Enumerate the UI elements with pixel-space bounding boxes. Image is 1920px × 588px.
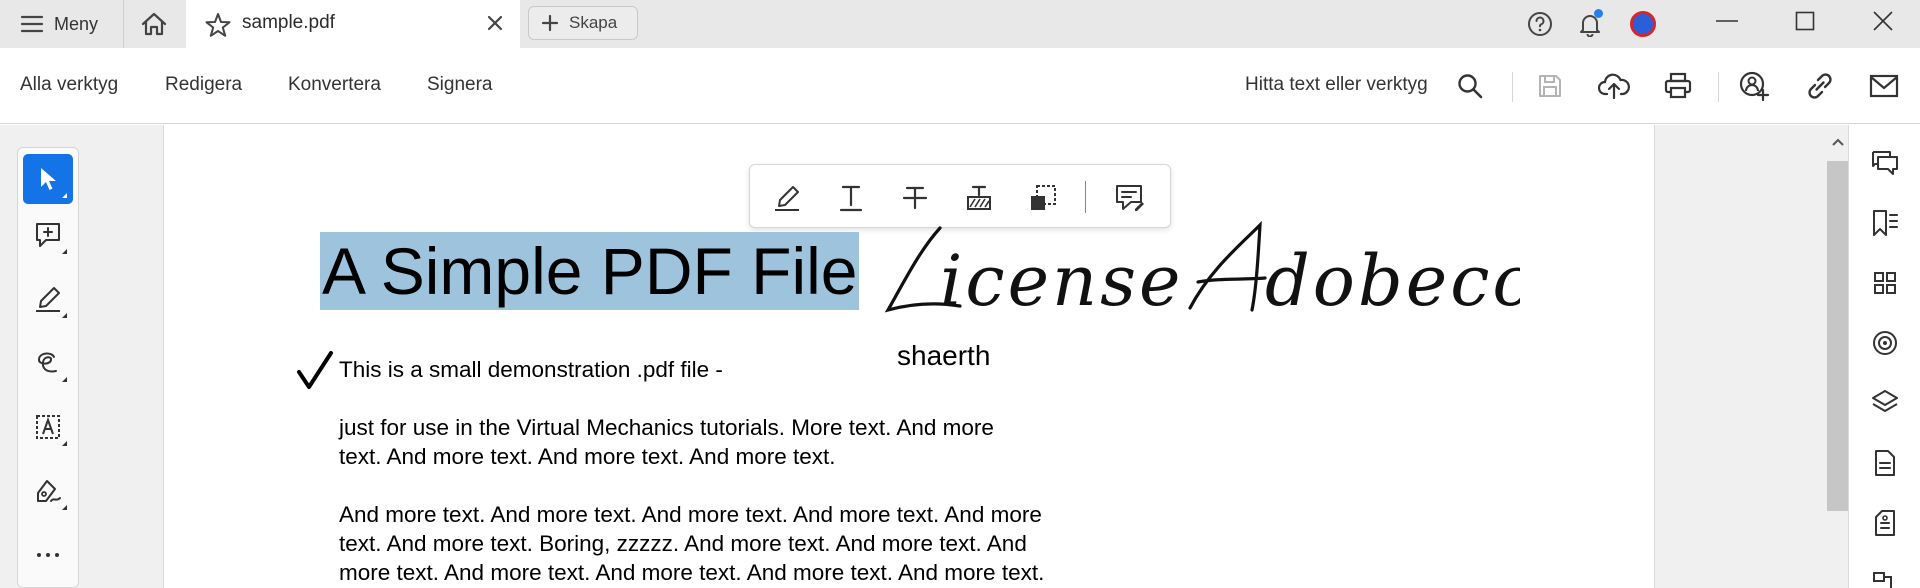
search-icon[interactable] [1454, 70, 1486, 102]
highlight-text-icon[interactable] [770, 181, 804, 215]
comment-list-icon[interactable] [1112, 181, 1146, 215]
home-icon [141, 12, 167, 36]
layers-icon[interactable] [1869, 387, 1901, 419]
email-icon[interactable] [1868, 70, 1900, 102]
link-icon[interactable] [1804, 70, 1836, 102]
create-button[interactable]: Skapa [528, 6, 638, 40]
title-bar: Meny sample.pdf Skapa [0, 0, 1920, 48]
star-icon[interactable] [204, 11, 232, 39]
svg-text:dobeccl: dobeccl [1265, 240, 1520, 320]
document-text-line[interactable]: just for use in the Virtual Mechanics tu… [339, 413, 994, 442]
minimize-button[interactable] [1692, 0, 1762, 42]
select-tool-button[interactable] [23, 154, 73, 204]
tab-title: sample.pdf [242, 12, 335, 33]
avatar-image [1630, 11, 1656, 37]
left-panel [0, 125, 164, 588]
menu-all-tools[interactable]: Alla verktyg [20, 74, 118, 96]
accessibility-target-icon[interactable] [1869, 327, 1901, 359]
freehand-icon [38, 352, 57, 373]
sign-tool-button[interactable] [23, 466, 73, 516]
add-comment-icon [36, 223, 60, 247]
text-markup-toolbar [749, 164, 1171, 228]
markup-toolbar-divider [1085, 181, 1086, 213]
window-close-button[interactable] [1848, 0, 1918, 42]
maximize-button[interactable] [1770, 0, 1840, 42]
text-box-button[interactable] [23, 402, 73, 452]
menu-button[interactable]: Meny [0, 0, 124, 48]
help-icon[interactable] [1526, 10, 1554, 38]
svg-text:icense: icense [940, 240, 1183, 320]
close-icon[interactable] [484, 12, 506, 34]
add-comment-button[interactable] [23, 210, 73, 260]
right-panel-rail [1848, 125, 1920, 588]
home-button[interactable] [124, 0, 184, 48]
highlight-tool-button[interactable] [23, 274, 73, 324]
more-tools-button[interactable] [23, 530, 73, 580]
highlighter-icon [36, 287, 60, 312]
replace-text-icon[interactable] [962, 181, 996, 215]
signature-name: shaerth [897, 340, 991, 371]
draw-tool-button[interactable] [23, 338, 73, 388]
checkmark-icon [297, 351, 333, 389]
document-text-line[interactable]: text. And more text. Boring, zzzzz. And … [339, 529, 1027, 558]
area-highlight-icon[interactable] [1026, 181, 1060, 215]
text-box-icon [36, 415, 60, 439]
more-icon [37, 553, 59, 557]
main-toolbar: Alla verktyg Redigera Konvertera Signera… [0, 48, 1920, 124]
menu-sign[interactable]: Signera [427, 74, 493, 96]
menu-convert[interactable]: Konvertera [288, 74, 381, 96]
print-icon[interactable] [1662, 70, 1694, 102]
find-label[interactable]: Hitta text eller verktyg [1245, 74, 1428, 96]
plus-icon [541, 14, 559, 32]
save-icon[interactable] [1534, 70, 1566, 102]
quick-tools-rail [17, 147, 79, 588]
chevron-up-icon [1832, 138, 1844, 146]
page-thumbnails-icon[interactable] [1869, 267, 1901, 299]
window-close-icon [1873, 11, 1893, 31]
cloud-upload-icon[interactable] [1598, 70, 1630, 102]
document-text-line[interactable]: text. And more text. And more text. And … [339, 442, 836, 471]
notifications-button[interactable] [1576, 9, 1604, 38]
signature-pen-icon [37, 480, 61, 502]
more-panels-icon[interactable] [1869, 565, 1901, 588]
minimize-icon [1716, 20, 1738, 22]
menu-edit[interactable]: Redigera [165, 74, 242, 96]
underline-text-icon[interactable] [834, 181, 868, 215]
document-properties-icon[interactable] [1869, 447, 1901, 479]
strikethrough-icon[interactable] [898, 181, 932, 215]
menu-label: Meny [54, 13, 99, 34]
comments-icon[interactable] [1869, 147, 1901, 179]
document-tab[interactable]: sample.pdf [186, 0, 520, 48]
attachments-icon[interactable] [1869, 507, 1901, 539]
notification-badge [1594, 9, 1603, 18]
document-title[interactable]: A Simple PDF File [320, 232, 860, 310]
bookmarks-icon[interactable] [1869, 207, 1901, 239]
document-text-line[interactable]: And more text. And more text. And more t… [339, 500, 1042, 529]
avatar[interactable] [1629, 10, 1657, 38]
document-text-line[interactable]: This is a small demonstration .pdf file … [339, 355, 723, 384]
maximize-icon [1795, 11, 1815, 31]
cursor-icon [41, 168, 56, 190]
create-label: Skapa [569, 13, 618, 32]
share-user-icon[interactable] [1738, 70, 1770, 102]
handwritten-signature: icense dobeccl [884, 220, 1520, 320]
toolbar-divider [1512, 72, 1513, 102]
hamburger-icon [20, 15, 44, 33]
document-text-line[interactable]: more text. And more text. And more text.… [339, 558, 1044, 587]
toolbar-divider [1718, 72, 1719, 102]
